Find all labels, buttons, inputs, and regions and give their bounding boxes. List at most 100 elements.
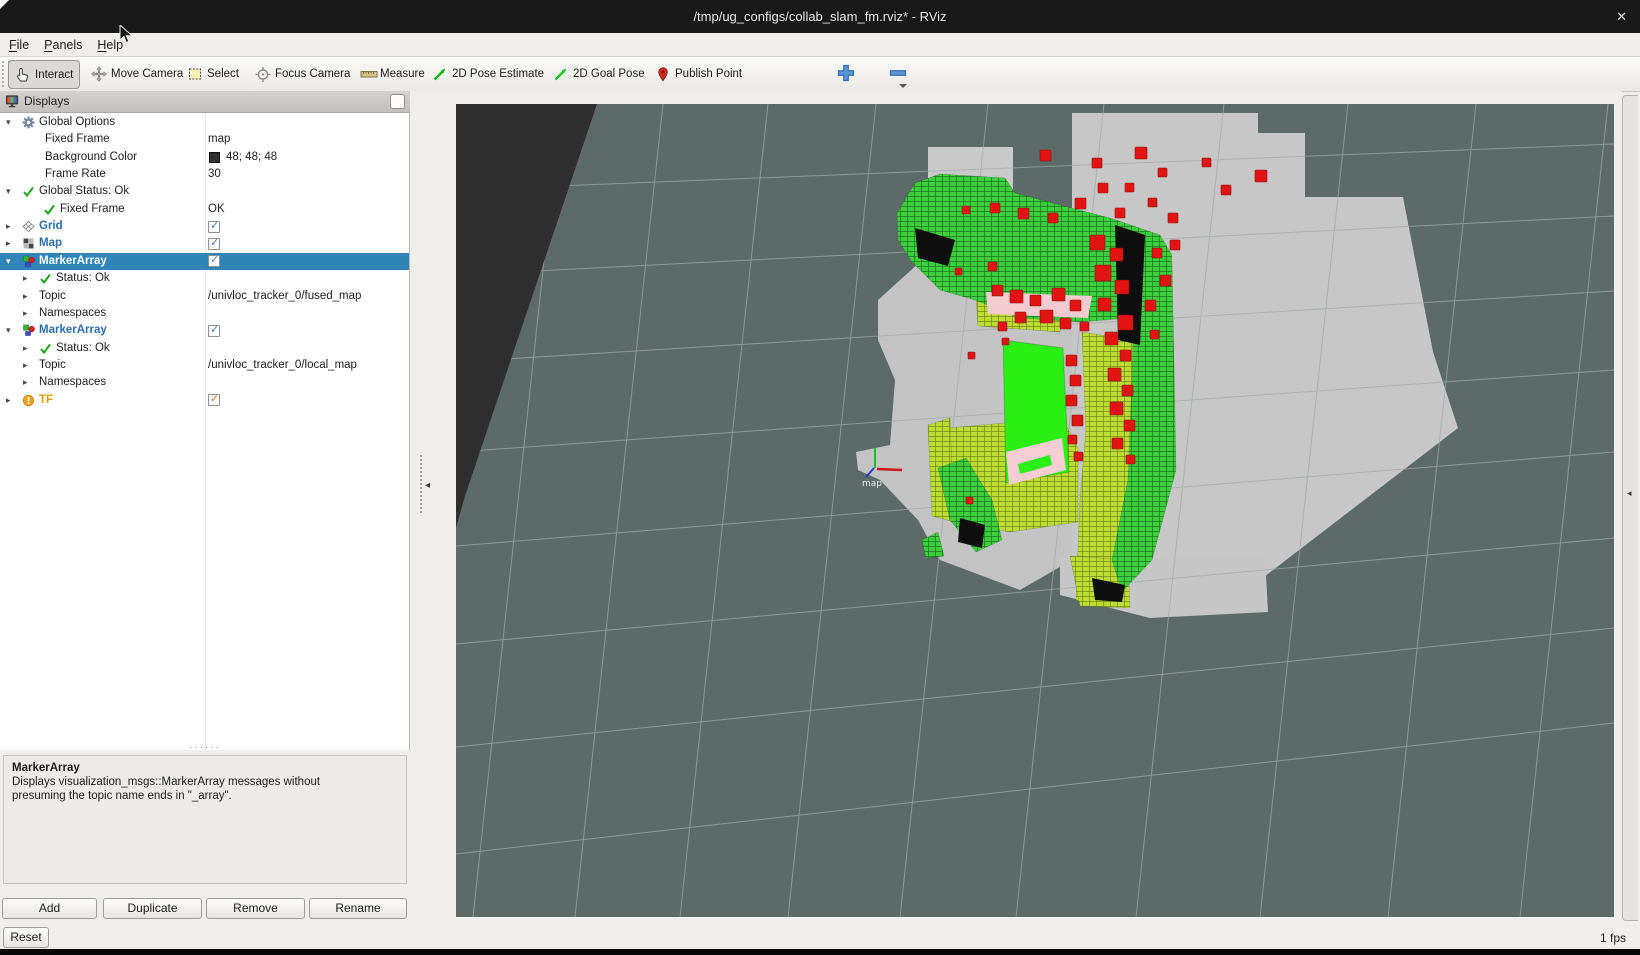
collapse-panel-left-icon[interactable]: ◂: [425, 480, 430, 491]
tool-menu-caret-icon[interactable]: [899, 84, 907, 88]
expand-arrow-icon[interactable]: ▸: [23, 357, 28, 374]
measure-icon: [360, 66, 378, 82]
tree-row-topic[interactable]: ▸ Topic/univloc_tracker_0/local_map: [0, 357, 409, 374]
warn-icon: [22, 394, 35, 407]
tool-publish-point[interactable]: Publish Point: [655, 60, 742, 87]
tree-row-namespaces[interactable]: ▸ Namespaces: [0, 374, 409, 391]
close-icon[interactable]: ✕: [1616, 0, 1627, 33]
tool-measure[interactable]: Measure: [360, 60, 425, 87]
publish-point-icon: [655, 66, 671, 82]
tree-row-global-status-ok[interactable]: ▾ Global Status: Ok: [0, 183, 409, 200]
collapse-arrow-icon[interactable]: ▾: [6, 183, 11, 200]
tree-item-label: Grid: [39, 220, 63, 233]
tree-item-label: Background Color: [45, 150, 138, 163]
tree-row-tf[interactable]: ▸ TF ✓: [0, 392, 409, 409]
tool-label: Focus Camera: [275, 67, 351, 80]
expand-arrow-icon[interactable]: ▸: [6, 235, 11, 252]
tree-item-label: Frame Rate: [45, 168, 106, 181]
tree-row-grid[interactable]: ▸ Grid ✓: [0, 218, 409, 235]
tool-interact[interactable]: Interact: [8, 60, 81, 89]
displays-tree: ▾ Global Options Fixed Frame map Background …: [0, 113, 410, 750]
panel-splitter-handle[interactable]: ······: [0, 743, 410, 752]
tool-goal-pose[interactable]: 2D Goal Pose: [553, 60, 645, 87]
tool-label: Interact: [35, 68, 74, 81]
tool-label: Move Camera: [111, 67, 184, 80]
reset-button[interactable]: Reset: [3, 927, 49, 948]
tree-item-label: Fixed Frame: [45, 133, 110, 146]
tree-item-label: Status: Ok: [56, 341, 110, 354]
property-value[interactable]: map: [208, 131, 230, 148]
color-value[interactable]: 48; 48; 48: [226, 149, 277, 166]
tool-focus-camera[interactable]: Focus Camera: [255, 60, 350, 87]
enabled-checkbox[interactable]: ✓: [208, 323, 220, 337]
tree-row-namespaces[interactable]: ▸ Namespaces: [0, 305, 409, 322]
expand-arrow-icon[interactable]: ▸: [23, 340, 28, 357]
expand-arrow-icon[interactable]: ▸: [23, 270, 28, 287]
rename-button[interactable]: Rename: [309, 898, 407, 919]
duplicate-button[interactable]: Duplicate: [103, 898, 202, 919]
tool-pose-estimate[interactable]: 2D Pose Estimate: [432, 60, 544, 87]
display-description-box: MarkerArray Displays visualization_msgs:…: [3, 755, 407, 884]
move-camera-icon: [91, 65, 107, 82]
remove-tool-button[interactable]: [888, 63, 908, 83]
tree-row-topic[interactable]: ▸ Topic/univloc_tracker_0/fused_map: [0, 288, 409, 305]
expand-arrow-icon[interactable]: ▸: [23, 374, 28, 391]
expand-arrow-icon[interactable]: ▸: [23, 288, 28, 305]
panel-resize-splitter[interactable]: [420, 455, 424, 513]
check-icon: [39, 272, 52, 285]
checkmark-icon: ✓: [210, 236, 220, 249]
tool-label: Select: [207, 67, 239, 80]
property-value[interactable]: /univloc_tracker_0/fused_map: [208, 288, 361, 305]
checkmark-icon: ✓: [210, 219, 220, 232]
enabled-checkbox[interactable]: ✓: [208, 393, 220, 407]
collapse-arrow-icon[interactable]: ▾: [6, 114, 11, 131]
tree-row-markerarray[interactable]: ▾ MarkerArray ✓: [0, 322, 409, 339]
remove-button[interactable]: Remove: [206, 898, 305, 919]
menu-item-panels[interactable]: Panels: [44, 38, 82, 52]
tree-row-status-ok[interactable]: ▸ Status: Ok: [0, 270, 409, 287]
tool-move-camera[interactable]: Move Camera: [91, 60, 183, 87]
add-button[interactable]: Add: [2, 898, 97, 919]
property-value[interactable]: OK: [208, 201, 225, 218]
tool-select[interactable]: Select: [187, 60, 239, 87]
collapse-arrow-icon[interactable]: ▾: [6, 253, 11, 270]
check-icon: [39, 342, 52, 355]
enabled-checkbox[interactable]: ✓: [208, 219, 220, 233]
tree-row-map[interactable]: ▸ Map ✓: [0, 235, 409, 252]
marker-icon: [22, 255, 35, 268]
tree-item-label: Global Options: [39, 116, 116, 128]
tree-row-status-ok[interactable]: ▸ Status: Ok: [0, 340, 409, 357]
checkmark-icon: ✓: [210, 323, 220, 336]
tree-row-global-options[interactable]: ▾ Global Options: [0, 114, 409, 131]
tree-row-background-color[interactable]: Background Color 48; 48; 48: [0, 149, 409, 166]
tree-row-fixed-frame[interactable]: Fixed Frame map: [0, 131, 409, 148]
add-tool-button[interactable]: [836, 63, 856, 83]
tree-row-frame-rate[interactable]: Frame Rate 30: [0, 166, 409, 183]
tree-row-fixed-frame[interactable]: Fixed Frame OK: [0, 201, 409, 218]
tool-label: Measure: [380, 67, 425, 80]
tree-item-label: Namespaces: [39, 376, 107, 389]
tree-item-label: Namespaces: [39, 306, 107, 319]
expand-arrow-icon[interactable]: ▸: [23, 305, 28, 322]
pose-estimate-icon: [432, 66, 448, 82]
tree-row-markerarray[interactable]: ▾ MarkerArray ✓: [0, 252, 409, 270]
collapse-panel-right-icon[interactable]: ◂: [1627, 488, 1632, 499]
expand-arrow-icon[interactable]: ▸: [6, 392, 11, 409]
color-swatch[interactable]: [209, 151, 220, 163]
check-icon: [22, 185, 35, 198]
render-view[interactable]: map: [455, 103, 1615, 918]
enabled-checkbox[interactable]: ✓: [208, 236, 220, 250]
panel-float-button[interactable]: [390, 94, 405, 109]
property-value[interactable]: 30: [208, 166, 221, 183]
gear-icon: [22, 116, 35, 129]
property-value[interactable]: /univloc_tracker_0/local_map: [208, 357, 357, 374]
menu-item-file[interactable]: File: [9, 38, 29, 52]
expand-arrow-icon[interactable]: ▸: [6, 218, 11, 235]
checkmark-icon: ✓: [210, 254, 220, 267]
enabled-checkbox[interactable]: ✓: [208, 254, 220, 268]
displays-panel-header[interactable]: Displays: [0, 91, 410, 113]
green-wall-marker: [1002, 339, 1070, 485]
collapse-arrow-icon[interactable]: ▾: [6, 322, 11, 339]
grid-icon: [22, 220, 35, 233]
collapsed-side-panel[interactable]: ◂: [1622, 95, 1638, 921]
